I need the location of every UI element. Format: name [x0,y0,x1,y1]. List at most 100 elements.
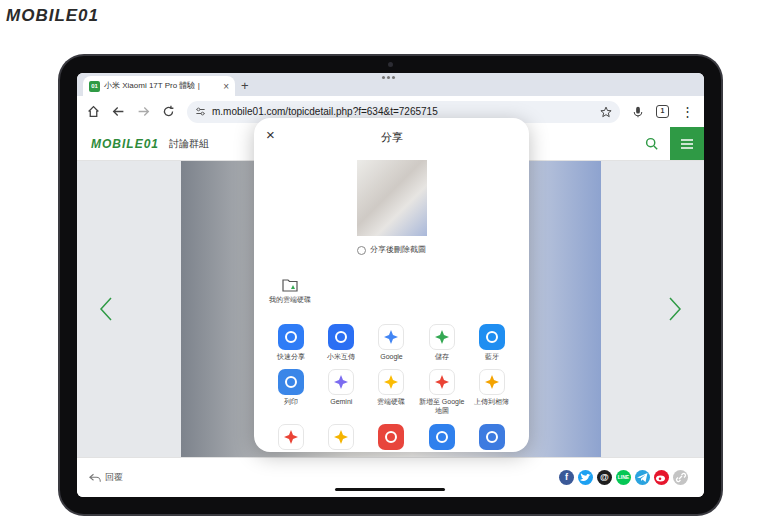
app-item[interactable] [266,424,316,450]
dialog-title: 分享 [381,129,403,146]
drive-shortcut[interactable]: 我的雲端硬碟 [264,278,316,306]
app-item[interactable]: 藍牙 [467,324,517,362]
reload-icon[interactable] [162,105,175,118]
section-title[interactable]: 討論群組 [169,136,209,151]
social-bird-icon[interactable] [578,470,593,485]
app-icon[interactable] [278,369,304,395]
app-icon[interactable] [378,424,404,450]
app-label: 藍牙 [467,353,517,362]
app-item[interactable] [316,424,366,450]
app-logo-icon [333,429,349,445]
gallery-prev[interactable] [99,161,159,457]
app-item[interactable]: Gemini [316,369,366,416]
reply-button[interactable]: 回覆 [89,471,123,485]
radio-button[interactable] [357,246,366,255]
menu-button[interactable]: ⋮ [681,102,694,122]
app-item[interactable] [366,424,416,450]
app-icon[interactable] [378,324,404,350]
app-item[interactable]: 雲端硬碟 [366,369,416,416]
app-glyph-icon [485,430,499,444]
home-indicator[interactable] [335,488,445,491]
search-icon[interactable] [645,137,658,150]
close-button[interactable]: × [266,127,275,142]
app-logo-icon [434,329,450,345]
chevron-left-icon[interactable] [99,296,113,322]
app-item[interactable] [467,424,517,450]
mic-icon[interactable] [632,106,644,118]
tab-strip: 01 小米 Xiaomi 17T Pro 體驗 | × + [77,73,704,96]
app-icon[interactable] [328,324,354,350]
app-label: 上傳到相簿 [467,398,517,407]
app-icon[interactable] [378,369,404,395]
app-icon[interactable] [479,324,505,350]
app-icon[interactable] [479,369,505,395]
back-icon[interactable] [112,105,125,118]
dialog-header: × 分享 [254,118,529,156]
social-weibo-icon[interactable] [654,470,669,485]
app-label: 列印 [266,398,316,407]
app-icon[interactable] [328,424,354,450]
share-dialog: × 分享 分享後刪除截圖 我的雲端硬碟 快速分享小米互傳Google儲存藍牙列印… [254,118,529,452]
gallery-next[interactable] [622,161,682,457]
site-logo[interactable]: MOBILE01 [77,135,159,153]
social-text-icon[interactable]: @ [597,470,612,485]
social-glyph-icon [578,470,593,485]
social-bar: f @ LINE [559,470,692,485]
app-item[interactable]: 快速分享 [266,324,316,362]
app-glyph-icon [284,375,298,389]
app-glyph-icon [284,330,298,344]
app-icon[interactable] [328,369,354,395]
app-item[interactable]: 小米互傳 [316,324,366,362]
app-label: 雲端硬碟 [366,398,416,407]
app-logo-icon [383,329,399,345]
delete-option-label: 分享後刪除截圖 [370,244,426,256]
social-glyph: @ [600,473,609,482]
delete-option[interactable]: 分享後刪除截圖 [254,244,529,256]
app-icon[interactable] [429,369,455,395]
app-icon[interactable] [479,424,505,450]
app-icon[interactable] [429,324,455,350]
social-glyph: f [565,473,568,482]
app-item[interactable]: 上傳到相簿 [467,369,517,416]
app-glyph-icon [435,430,449,444]
app-icon[interactable] [278,324,304,350]
app-item[interactable]: 新增至 Google 地圖 [417,369,467,416]
app-icon[interactable] [278,424,304,450]
app-item[interactable]: 儲存 [417,324,467,362]
home-icon[interactable] [87,105,100,118]
site-info-icon[interactable] [195,106,206,117]
footer-bar: 回覆 f @ LINE [77,457,704,497]
forward-icon[interactable] [137,105,150,118]
reply-icon [89,473,101,483]
social-glyph-icon [673,470,688,485]
browser-tab[interactable]: 01 小米 Xiaomi 17T Pro 體驗 | × [83,76,235,96]
social-glyph-icon [635,470,650,485]
watermark: MOBILE01 [6,3,99,29]
tab-count[interactable]: 1 [656,105,669,118]
favicon-icon: 01 [89,81,100,92]
social-text-icon[interactable]: f [559,470,574,485]
app-label: 新增至 Google 地圖 [417,398,467,416]
social-glyph: LINE [618,475,629,480]
app-logo-icon [434,374,450,390]
tab-close-button[interactable]: × [223,79,229,94]
app-item[interactable]: Google [366,324,416,362]
window-handle-icon[interactable] [382,76,395,79]
screenshot-thumbnail [357,160,427,236]
social-glyph-icon [654,470,669,485]
app-icon[interactable] [429,424,455,450]
chevron-right-icon[interactable] [668,296,682,322]
app-logo-icon [484,374,500,390]
app-item[interactable]: 列印 [266,369,316,416]
social-plane-icon[interactable] [635,470,650,485]
social-text-icon[interactable]: LINE [616,470,631,485]
menu-icon[interactable] [670,127,704,160]
app-logo-icon [283,429,299,445]
url-text: m.mobile01.com/topicdetail.php?f=634&t=7… [212,104,594,119]
app-label: 小米互傳 [316,353,366,362]
star-icon[interactable] [600,106,612,118]
new-tab-button[interactable]: + [241,76,249,96]
app-item[interactable] [417,424,467,450]
app-logo-icon [333,374,349,390]
social-link-icon[interactable] [673,470,688,485]
